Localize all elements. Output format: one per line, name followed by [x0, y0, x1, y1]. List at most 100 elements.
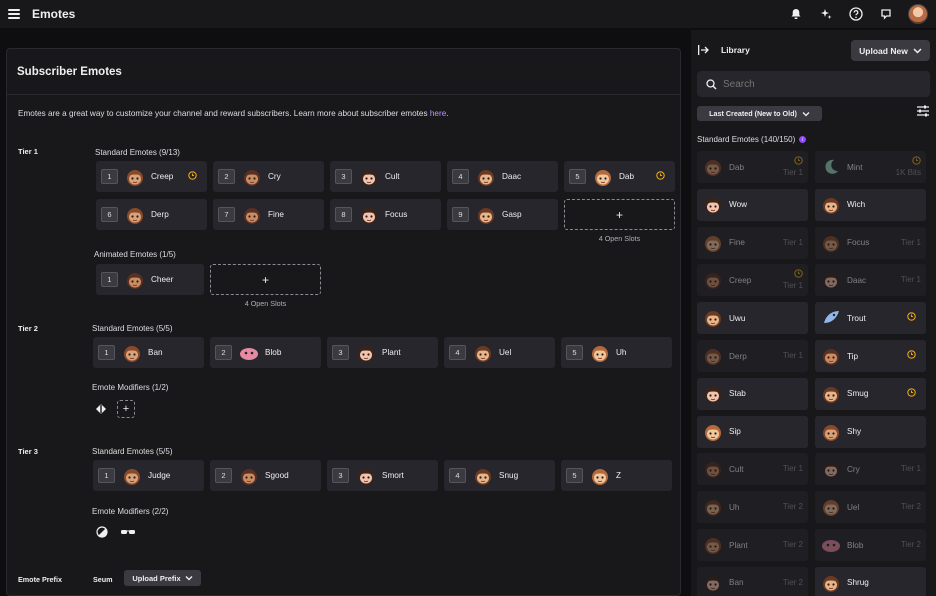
library-emote-card[interactable]: Sip	[697, 415, 808, 448]
add-emote-slot[interactable]: +	[564, 199, 675, 230]
library-emote-card[interactable]: Derp Tier 1	[697, 340, 808, 372]
library-emote-card[interactable]: Cult Tier 1	[697, 453, 808, 486]
emote-image	[242, 167, 262, 187]
emote-image	[821, 384, 841, 404]
library-emote-card[interactable]: Shrug	[815, 566, 926, 596]
bell-icon[interactable]	[788, 6, 804, 22]
library-emote-card[interactable]: Cry Tier 1	[815, 453, 926, 486]
emote-name: Dab	[729, 162, 745, 172]
filter-sliders-icon[interactable]	[916, 104, 930, 118]
library-emote-card[interactable]: Shy	[815, 415, 926, 448]
help-icon[interactable]	[848, 6, 864, 22]
add-animated-emote-slot[interactable]: +	[210, 264, 321, 295]
emote-name: Uel	[847, 502, 860, 512]
emote-slot[interactable]: 7 Fine	[213, 199, 324, 230]
library-emote-card[interactable]: Uel Tier 2	[815, 491, 926, 524]
emote-image	[703, 233, 723, 253]
library-emote-card[interactable]: Creep Tier 1	[697, 264, 808, 297]
sort-dropdown[interactable]: Last Created (New to Old)	[697, 106, 822, 121]
flip-modifier-icon[interactable]	[92, 400, 110, 418]
emote-slot[interactable]: 8 Focus	[330, 199, 441, 230]
emote-slot[interactable]: 5 Uh	[561, 337, 672, 368]
pending-clock-icon	[783, 156, 803, 168]
emote-image	[359, 205, 379, 225]
library-emote-card[interactable]: Tip	[815, 340, 926, 372]
add-modifier-button[interactable]: +	[117, 400, 135, 418]
slot-number: 4	[449, 345, 466, 360]
emote-tier: Tier 2	[782, 502, 803, 512]
library-emote-card[interactable]: Uwu	[697, 302, 808, 335]
upload-new-button[interactable]: Upload New	[851, 40, 930, 61]
open-slots-count: 4 Open Slots	[598, 234, 641, 243]
emote-image	[593, 167, 613, 187]
emote-slot[interactable]: 9 Gasp	[447, 199, 558, 230]
grayscale-modifier-icon[interactable]	[93, 523, 111, 541]
library-emote-card[interactable]: Mint 1K Bits	[815, 151, 926, 183]
emote-image	[703, 308, 723, 328]
library-emote-card[interactable]: Wow	[697, 188, 808, 221]
tier-1-label: Tier 1	[18, 147, 38, 156]
sparkle-icon[interactable]	[818, 6, 834, 22]
library-emote-card[interactable]: Focus Tier 1	[815, 226, 926, 259]
collapse-panel-icon[interactable]	[697, 44, 709, 56]
emote-name: Cry	[847, 464, 860, 474]
upload-prefix-button[interactable]: Upload Prefix	[124, 570, 201, 586]
emote-tier: 1K Bits	[896, 156, 921, 178]
emote-image	[242, 205, 262, 225]
emote-tier: Tier 1	[900, 275, 921, 285]
emote-slot[interactable]: 2 Cry	[213, 161, 324, 192]
user-avatar[interactable]	[908, 4, 928, 24]
library-emote-card[interactable]: Dab Tier 1	[697, 151, 808, 183]
emote-name: Uwu	[729, 313, 746, 323]
library-emote-card[interactable]: Ban Tier 2	[697, 566, 808, 596]
chat-icon[interactable]	[878, 6, 894, 22]
learn-more-link[interactable]: here	[430, 109, 446, 118]
library-emote-card[interactable]: Uh Tier 2	[697, 491, 808, 524]
slot-number: 9	[452, 207, 469, 222]
emote-image	[821, 308, 841, 328]
slot-number: 2	[218, 169, 235, 184]
slot-number: 7	[218, 207, 235, 222]
library-emote-card[interactable]: Wich	[815, 188, 926, 221]
emote-slot[interactable]: 5Z	[561, 460, 672, 491]
emote-slot[interactable]: 1 Creep	[96, 161, 207, 192]
emote-slot[interactable]: 1 Cheer	[96, 264, 204, 295]
library-emote-card[interactable]: Fine Tier 1	[697, 226, 808, 259]
emote-image	[125, 270, 145, 290]
emote-slot[interactable]: 2 Blob	[210, 337, 321, 368]
library-emote-card[interactable]: Plant Tier 2	[697, 529, 808, 561]
library-emote-card[interactable]: Daac Tier 1	[815, 264, 926, 297]
emote-slot[interactable]: 4 Daac	[447, 161, 558, 192]
emote-slot[interactable]: 3 Smort	[327, 460, 438, 491]
emote-image	[590, 343, 610, 363]
info-icon[interactable]: i	[799, 136, 807, 143]
emote-slot[interactable]: 5 Dab	[564, 161, 675, 192]
emote-image	[821, 535, 841, 555]
search-box[interactable]	[697, 71, 930, 97]
library-emote-card[interactable]: Smug	[815, 377, 926, 410]
emote-slot[interactable]: 3 Plant	[327, 337, 438, 368]
pending-clock-icon	[907, 350, 916, 361]
emote-image	[703, 459, 723, 479]
emote-slot[interactable]: 1 Judge	[93, 460, 204, 491]
emote-name: Shy	[847, 427, 862, 437]
tier-2-standard-label: Standard Emotes (5/5)	[92, 324, 173, 333]
slot-number: 2	[215, 468, 232, 483]
hamburger-menu-icon[interactable]	[8, 7, 22, 21]
emote-slot[interactable]: 4 Uel	[444, 337, 555, 368]
library-emote-card[interactable]: Blob Tier 2	[815, 529, 926, 561]
library-emote-card[interactable]: Stab	[697, 377, 808, 410]
slot-number: 6	[101, 207, 118, 222]
emote-slot[interactable]: 1 Ban	[93, 337, 204, 368]
slot-number: 1	[98, 468, 115, 483]
emote-slot[interactable]: 4 Snug	[444, 460, 555, 491]
emote-image	[821, 195, 841, 215]
emote-slot[interactable]: 2 Sgood	[210, 460, 321, 491]
emote-name: Sgood	[265, 471, 289, 480]
library-emote-card[interactable]: Trout	[815, 302, 926, 335]
emote-slot[interactable]: 3 Cult	[330, 161, 441, 192]
search-input[interactable]	[723, 78, 903, 90]
emote-slot[interactable]: 6 Derp	[96, 199, 207, 230]
emote-name: Tip	[847, 351, 859, 361]
sunglasses-modifier-icon[interactable]	[119, 523, 137, 541]
